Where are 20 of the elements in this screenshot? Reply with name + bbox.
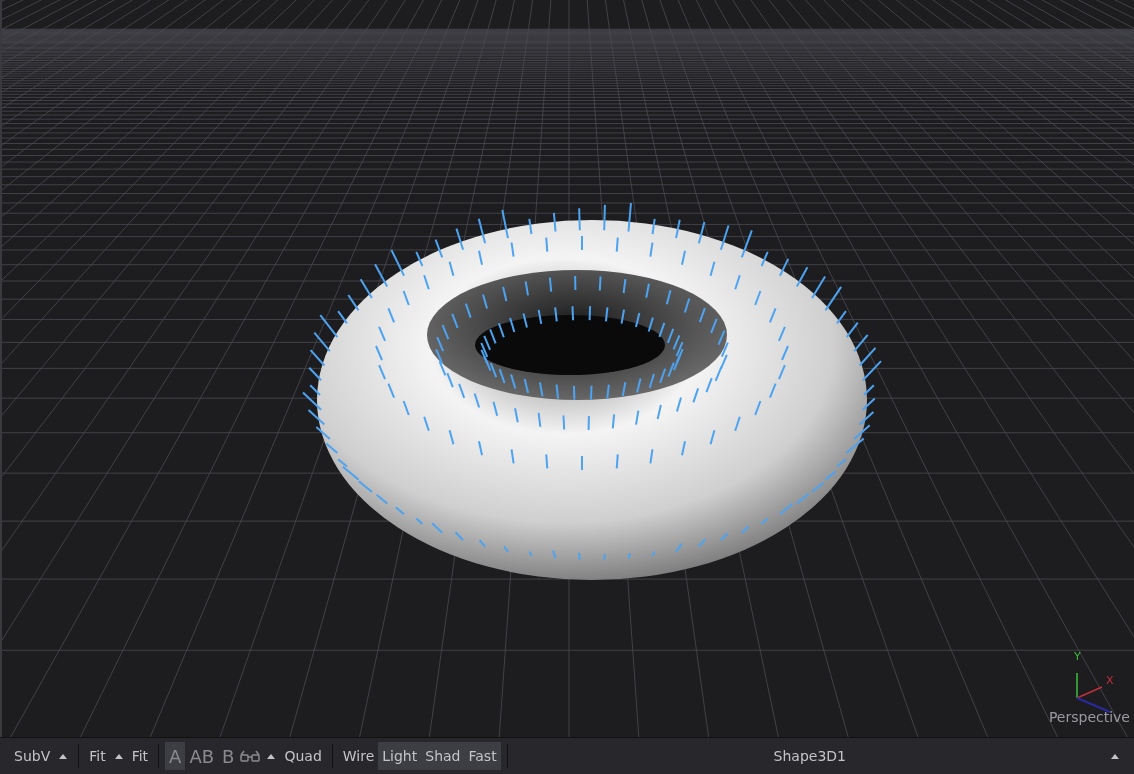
toolbar-button[interactable]: Quad bbox=[280, 742, 326, 770]
camera-label: Perspective bbox=[1048, 709, 1130, 725]
caret-icon[interactable] bbox=[267, 753, 276, 759]
toolbar-button[interactable]: Light bbox=[378, 742, 422, 770]
toolbar-button[interactable]: SubV bbox=[10, 742, 55, 770]
axis-gizmo-icon bbox=[1076, 672, 1111, 713]
caret-icon[interactable] bbox=[59, 753, 68, 759]
axis-x-label: X bbox=[1106, 674, 1114, 687]
buffer-toggle[interactable]: AB bbox=[185, 742, 219, 770]
glasses-icon[interactable] bbox=[240, 750, 261, 762]
toolbar-button[interactable]: Wire bbox=[338, 742, 379, 770]
toolbar-button[interactable]: Shad bbox=[421, 742, 465, 770]
caret-icon[interactable] bbox=[1111, 753, 1119, 759]
buffer-toggle[interactable]: B bbox=[218, 742, 239, 770]
axis-y-label: Y bbox=[1074, 650, 1081, 663]
toolbar-button[interactable]: Fit bbox=[85, 742, 110, 770]
viewport-title: Shape3D1 bbox=[772, 748, 848, 764]
toolbar-button[interactable]: Fast bbox=[464, 742, 501, 770]
caret-icon[interactable] bbox=[114, 753, 123, 759]
toolbar-button[interactable]: Fit bbox=[127, 742, 153, 770]
